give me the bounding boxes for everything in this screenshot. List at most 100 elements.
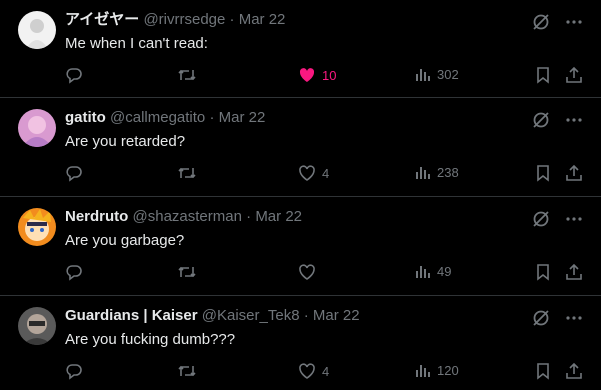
reply-button[interactable] bbox=[65, 66, 83, 84]
tweet-date[interactable]: Mar 22 bbox=[255, 208, 302, 225]
tweet-top-actions bbox=[531, 209, 583, 234]
like-button[interactable]: 4 bbox=[298, 362, 329, 380]
reply-icon bbox=[65, 66, 83, 84]
avatar[interactable] bbox=[18, 208, 56, 246]
tweet[interactable]: Nerdruto @shazasterman · Mar 22 Are you … bbox=[0, 197, 601, 296]
reply-button[interactable] bbox=[65, 164, 83, 182]
views-count: 49 bbox=[437, 263, 452, 279]
author-handle[interactable]: @shazasterman bbox=[133, 208, 242, 225]
author-name[interactable]: アイゼヤー bbox=[65, 11, 139, 28]
tweet-date[interactable]: Mar 22 bbox=[313, 307, 360, 324]
more-icon[interactable] bbox=[565, 309, 583, 332]
share-icon bbox=[565, 362, 583, 380]
grok-icon[interactable] bbox=[531, 308, 551, 333]
author-handle[interactable]: @callmegatito bbox=[110, 109, 205, 126]
views-button[interactable]: 238 bbox=[415, 164, 459, 180]
views-icon bbox=[415, 66, 431, 82]
share-button[interactable] bbox=[565, 263, 583, 281]
heart-filled-icon bbox=[298, 66, 316, 84]
tweet-header: gatito @callmegatito · Mar 22 bbox=[65, 109, 265, 127]
views-icon bbox=[415, 362, 431, 378]
tweet-header: Guardians | Kaiser @Kaiser_Tek8 · Mar 22 bbox=[65, 307, 360, 325]
tweet[interactable]: gatito @callmegatito · Mar 22 Are you re… bbox=[0, 98, 601, 197]
heart-icon bbox=[298, 362, 316, 380]
tweet[interactable]: Guardians | Kaiser @Kaiser_Tek8 · Mar 22… bbox=[0, 296, 601, 390]
tweet-header: Nerdruto @shazasterman · Mar 22 bbox=[65, 208, 302, 226]
tweet-date[interactable]: Mar 22 bbox=[239, 11, 286, 28]
share-button[interactable] bbox=[565, 66, 583, 84]
share-icon bbox=[565, 263, 583, 281]
tweet-feed: アイゼヤー @rivrrsedge · Mar 22 Me when I can… bbox=[0, 0, 601, 390]
reply-button[interactable] bbox=[65, 263, 83, 281]
retweet-button[interactable] bbox=[177, 164, 197, 182]
avatar[interactable] bbox=[18, 109, 56, 147]
tweet-text: Are you retarded? bbox=[65, 133, 186, 150]
avatar[interactable] bbox=[18, 11, 56, 49]
author-handle[interactable]: @Kaiser_Tek8 bbox=[202, 307, 300, 324]
views-button[interactable]: 302 bbox=[415, 66, 459, 82]
avatar[interactable] bbox=[18, 307, 56, 345]
bookmark-button[interactable] bbox=[535, 66, 551, 84]
share-icon bbox=[565, 66, 583, 84]
tweet-actions: 4 238 bbox=[65, 164, 585, 184]
separator: · bbox=[246, 208, 252, 225]
views-button[interactable]: 49 bbox=[415, 263, 451, 279]
separator: · bbox=[209, 109, 215, 126]
bookmark-button[interactable] bbox=[535, 263, 551, 281]
reply-icon bbox=[65, 263, 83, 281]
grok-icon[interactable] bbox=[531, 209, 551, 234]
bookmark-button[interactable] bbox=[535, 164, 551, 182]
retweet-button[interactable] bbox=[177, 362, 197, 380]
reply-icon bbox=[65, 362, 83, 380]
like-count: 4 bbox=[322, 165, 330, 181]
retweet-icon bbox=[177, 362, 197, 380]
bookmark-icon bbox=[535, 362, 551, 380]
grok-icon[interactable] bbox=[531, 12, 551, 37]
author-name[interactable]: gatito bbox=[65, 109, 106, 126]
heart-icon bbox=[298, 164, 316, 182]
grok-icon[interactable] bbox=[531, 110, 551, 135]
tweet-actions: 10 302 bbox=[65, 66, 585, 86]
author-handle[interactable]: @rivrrsedge bbox=[143, 11, 225, 28]
retweet-icon bbox=[177, 66, 197, 84]
views-count: 238 bbox=[437, 164, 459, 180]
more-icon[interactable] bbox=[565, 111, 583, 134]
like-count: 10 bbox=[322, 67, 337, 83]
heart-icon bbox=[298, 263, 316, 281]
bookmark-icon bbox=[535, 164, 551, 182]
bookmark-button[interactable] bbox=[535, 362, 551, 380]
author-name[interactable]: Nerdruto bbox=[65, 208, 128, 225]
tweet-text: Are you garbage? bbox=[65, 232, 185, 249]
tweet-header: アイゼヤー @rivrrsedge · Mar 22 bbox=[65, 11, 285, 29]
like-button[interactable]: 4 bbox=[298, 164, 329, 182]
reply-icon bbox=[65, 164, 83, 182]
more-icon[interactable] bbox=[565, 210, 583, 233]
views-button[interactable]: 120 bbox=[415, 362, 459, 378]
views-count: 120 bbox=[437, 362, 459, 378]
tweet-top-actions bbox=[531, 12, 583, 37]
separator: · bbox=[229, 11, 235, 28]
tweet[interactable]: アイゼヤー @rivrrsedge · Mar 22 Me when I can… bbox=[0, 0, 601, 98]
tweet-text: Are you fucking dumb??? bbox=[65, 331, 236, 348]
reply-button[interactable] bbox=[65, 362, 83, 380]
tweet-date[interactable]: Mar 22 bbox=[219, 109, 266, 126]
retweet-button[interactable] bbox=[177, 66, 197, 84]
more-icon[interactable] bbox=[565, 13, 583, 36]
tweet-actions: 4 120 bbox=[65, 362, 585, 382]
author-name[interactable]: Guardians | Kaiser bbox=[65, 307, 198, 324]
retweet-icon bbox=[177, 164, 197, 182]
like-count: 4 bbox=[322, 363, 330, 379]
like-button[interactable]: 10 bbox=[298, 66, 336, 84]
tweet-text: Me when I can't read: bbox=[65, 35, 208, 52]
share-icon bbox=[565, 164, 583, 182]
retweet-button[interactable] bbox=[177, 263, 197, 281]
share-button[interactable] bbox=[565, 362, 583, 380]
tweet-top-actions bbox=[531, 308, 583, 333]
like-button[interactable] bbox=[298, 263, 322, 281]
tweet-top-actions bbox=[531, 110, 583, 135]
share-button[interactable] bbox=[565, 164, 583, 182]
bookmark-icon bbox=[535, 263, 551, 281]
tweet-actions: 49 bbox=[65, 263, 585, 283]
views-icon bbox=[415, 263, 431, 279]
separator: · bbox=[303, 307, 309, 324]
